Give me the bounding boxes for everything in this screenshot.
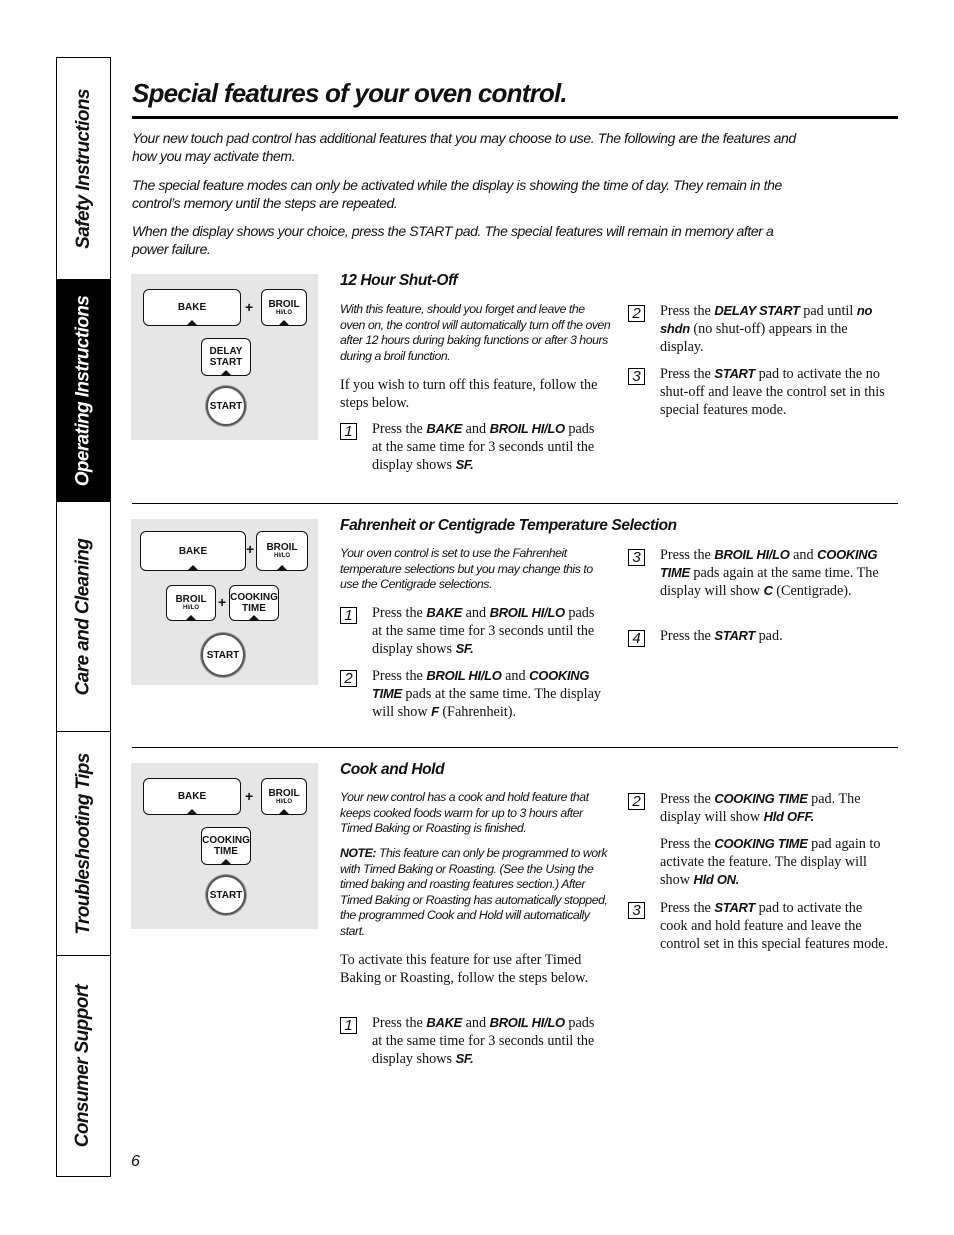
- step: 4 Press the START pad.: [628, 627, 890, 647]
- section-lead: If you wish to turn off this feature, fo…: [340, 377, 598, 411]
- plus-sign: +: [246, 541, 255, 557]
- tab-label: Consumer Support: [72, 984, 94, 1148]
- step-text: Press the START pad.: [660, 628, 783, 644]
- plus-sign: +: [245, 299, 254, 315]
- step-text: Press the DELAY START pad until no shdn …: [660, 303, 873, 355]
- step-text: Press the START pad to activate the cook…: [660, 900, 889, 952]
- plus-sign: +: [245, 788, 254, 804]
- step: 3 Press the BROIL HI/LO and COOKING TIME…: [628, 546, 890, 600]
- step: 1 Press the BAKE and BROIL HI/LO pads at…: [340, 604, 602, 658]
- section-heading: 12 Hour Shut-Off: [340, 272, 458, 289]
- step: 3 Press the START pad to activate the co…: [628, 899, 890, 953]
- pad-indicator-icon: [279, 320, 289, 325]
- step-text: Press the BAKE and BROIL HI/LO pads at t…: [372, 421, 595, 473]
- tab-troubleshooting-tips[interactable]: Troubleshooting Tips: [57, 732, 110, 956]
- intro-paragraph: When the display shows your choice, pres…: [132, 223, 774, 257]
- bake-pad: BAKE: [143, 289, 241, 326]
- step: 1 Press the BAKE and BROIL HI/LO pads at…: [340, 420, 602, 474]
- pad-indicator-icon: [221, 859, 231, 864]
- step-number: 3: [628, 549, 645, 566]
- intro-paragraph: The special feature modes can only be ac…: [132, 177, 782, 211]
- broil-pad: BROIL HI/LO: [166, 585, 216, 621]
- bake-pad: BAKE: [143, 778, 241, 815]
- pad-indicator-icon: [186, 615, 196, 620]
- pad-indicator-icon: [249, 615, 259, 620]
- step-number: 2: [628, 793, 645, 810]
- tab-label: Safety Instructions: [72, 88, 94, 249]
- start-pad: START: [206, 875, 246, 915]
- pad-diagram-shutoff: BAKE + BROIL HI/LO DELAY START START: [131, 274, 318, 440]
- step: 2 Press the DELAY START pad until no shd…: [628, 302, 890, 356]
- step: 1 Press the BAKE and BROIL HI/LO pads at…: [340, 1014, 602, 1068]
- tab-consumer-support[interactable]: Consumer Support: [57, 956, 110, 1176]
- intro-paragraph: Your new touch pad control has additiona…: [132, 130, 796, 164]
- plus-sign: +: [218, 594, 227, 610]
- page-number: 6: [131, 1153, 140, 1170]
- tab-label: Care and Cleaning: [72, 538, 94, 695]
- broil-pad: BROIL HI/LO: [261, 289, 307, 326]
- step-number: 3: [628, 368, 645, 385]
- start-pad: START: [206, 386, 246, 426]
- step-number: 1: [340, 423, 357, 440]
- step-text: Press the BAKE and BROIL HI/LO pads at t…: [372, 1015, 595, 1067]
- step: 3 Press the START pad to activate the no…: [628, 365, 890, 419]
- step-number: 1: [340, 1017, 357, 1034]
- tab-operating-instructions[interactable]: Operating Instructions: [57, 280, 110, 502]
- pad-indicator-icon: [279, 809, 289, 814]
- note-text: This feature can only be programmed to w…: [340, 846, 608, 938]
- section-divider: [132, 747, 898, 748]
- step-number: 4: [628, 630, 645, 647]
- tab-care-and-cleaning[interactable]: Care and Cleaning: [57, 502, 110, 732]
- delay-start-pad: DELAY START: [201, 338, 251, 376]
- section-divider: [132, 503, 898, 504]
- pad-diagram-cook-and-hold: BAKE + BROIL HI/LO COOKING TIME START: [131, 763, 318, 929]
- pad-indicator-icon: [187, 809, 197, 814]
- pad-indicator-icon: [221, 370, 231, 375]
- step-text: Press the BROIL HI/LO and COOKING TIME p…: [372, 668, 601, 720]
- step: 2 Press the BROIL HI/LO and COOKING TIME…: [340, 667, 602, 721]
- pad-diagram-temperature: BAKE + BROIL HI/LO BROIL HI/LO + COOKING TI…: [131, 519, 318, 685]
- step-text: Press the BROIL HI/LO and COOKING TIME p…: [660, 547, 879, 599]
- title-divider: [132, 116, 898, 119]
- section-heading: Cook and Hold: [340, 761, 445, 778]
- cooking-time-pad: COOKING TIME: [201, 827, 251, 865]
- step-continuation: Press the COOKING TIME pad again to acti…: [628, 835, 890, 889]
- broil-pad: BROIL HI/LO: [261, 778, 307, 815]
- tab-label: Troubleshooting Tips: [72, 752, 94, 935]
- step-number: 2: [628, 305, 645, 322]
- note-label: NOTE:: [340, 846, 377, 860]
- cooking-time-pad: COOKING TIME: [229, 585, 279, 621]
- broil-pad: BROIL HI/LO: [256, 531, 308, 571]
- step: 2 Press the COOKING TIME pad. The displa…: [628, 790, 890, 826]
- step-number: 1: [340, 607, 357, 624]
- section-tabs: Safety Instructions Operating Instructio…: [56, 57, 111, 1177]
- pad-indicator-icon: [188, 565, 198, 570]
- section-note: NOTE: This feature can only be programme…: [340, 846, 612, 940]
- section-heading: Fahrenheit or Centigrade Temperature Sel…: [340, 517, 677, 534]
- pad-indicator-icon: [277, 565, 287, 570]
- section-description: Your new control has a cook and hold fea…: [340, 790, 589, 836]
- section-description: Your oven control is set to use the Fahr…: [340, 546, 593, 592]
- page-title: Special features of your oven control.: [132, 78, 568, 108]
- step-text: Press the BAKE and BROIL HI/LO pads at t…: [372, 605, 595, 657]
- section-lead: To activate this feature for use after T…: [340, 952, 589, 986]
- tab-safety-instructions[interactable]: Safety Instructions: [57, 58, 110, 280]
- tab-label: Operating Instructions: [72, 295, 94, 486]
- pad-indicator-icon: [187, 320, 197, 325]
- step-number: 2: [340, 670, 357, 687]
- bake-pad: BAKE: [140, 531, 246, 571]
- start-pad: START: [201, 633, 245, 677]
- step-text: Press the COOKING TIME pad. The display …: [660, 791, 861, 825]
- step-text: Press the COOKING TIME pad again to acti…: [660, 836, 881, 888]
- section-description: With this feature, should you forget and…: [340, 302, 611, 363]
- step-text: Press the START pad to activate the no s…: [660, 366, 885, 418]
- step-number: 3: [628, 902, 645, 919]
